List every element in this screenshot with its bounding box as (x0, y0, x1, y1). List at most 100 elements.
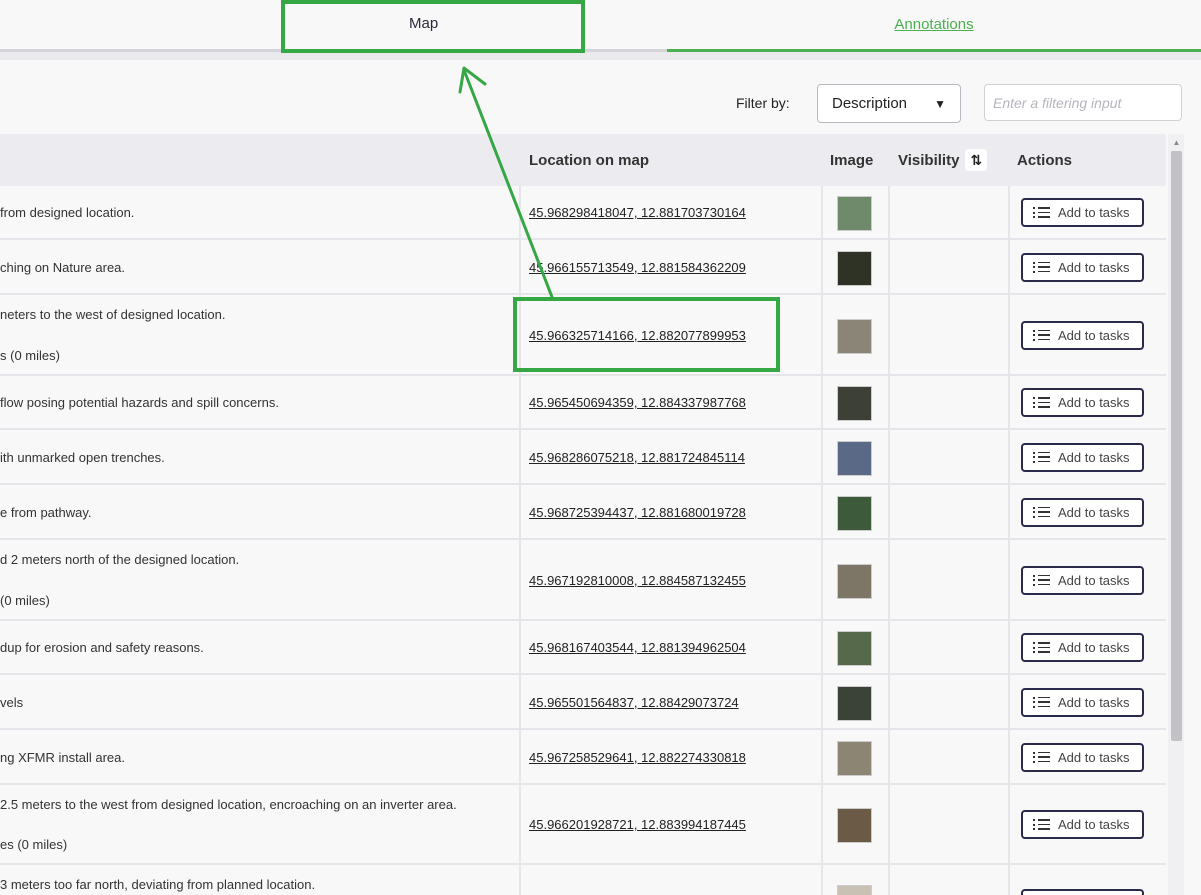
location-link[interactable]: 45.965450694359, 12.884337987768 (529, 395, 746, 410)
column-divider (1008, 485, 1010, 538)
row-description: 2.5 meters to the west from designed loc… (0, 797, 457, 812)
location-link[interactable]: 45.968298418047, 12.881703730164 (529, 205, 746, 220)
location-link[interactable]: 45.966325714166, 12.882077899953 (529, 328, 746, 343)
location-link[interactable]: 45.966155713549, 12.881584362209 (529, 260, 746, 275)
header-visibility[interactable]: Visibility ⇅ (898, 149, 988, 171)
column-divider (888, 865, 890, 895)
add-to-tasks-button[interactable]: Add to tasks (1021, 320, 1144, 350)
add-to-tasks-button[interactable]: Add to tasks (1021, 198, 1144, 227)
add-to-tasks-button[interactable]: Add to tasks (1021, 687, 1144, 717)
add-to-tasks-label: Add to tasks (1058, 504, 1130, 520)
add-to-tasks-button[interactable]: Add to tasks (1021, 810, 1144, 839)
column-divider (519, 295, 521, 374)
image-thumbnail[interactable] (837, 631, 872, 666)
column-divider (519, 675, 521, 728)
table-row: e from pathway. 45.968725394437, 12.88168… (0, 485, 1166, 540)
column-divider (888, 540, 890, 619)
row-description: d 2 meters north of the designed locatio… (0, 552, 240, 567)
column-divider (519, 865, 521, 895)
column-divider (821, 675, 823, 728)
table-row: ith unmarked open trenches. 45.9682860752… (0, 430, 1166, 485)
column-divider (519, 621, 521, 673)
location-link[interactable]: 45.966201928721, 12.883994187445 (529, 817, 746, 832)
add-to-tasks-button[interactable]: Add to tasks (1021, 565, 1144, 595)
row-description: flow posing potential hazards and spill … (0, 395, 279, 410)
tab-annotations[interactable]: Annotations (667, 0, 1201, 52)
column-divider (1008, 240, 1010, 293)
add-to-tasks-button[interactable]: Add to tasks (1021, 442, 1144, 472)
column-divider (519, 730, 521, 783)
add-to-tasks-button[interactable]: Add to tasks (1021, 633, 1144, 662)
add-to-tasks-button[interactable]: Add to tasks (1021, 889, 1144, 895)
column-divider (888, 430, 890, 483)
location-link[interactable]: 45.967192810008, 12.884587132455 (529, 573, 746, 588)
add-to-tasks-label: Add to tasks (1058, 694, 1130, 710)
add-to-tasks-button[interactable]: Add to tasks (1021, 742, 1144, 772)
location-link[interactable]: 45.965501564837, 12.88429073724 (529, 695, 739, 710)
location-link[interactable]: 45.968286075218, 12.881724845114 (529, 450, 745, 465)
image-thumbnail[interactable] (837, 808, 872, 843)
add-to-tasks-button[interactable]: Add to tasks (1021, 388, 1144, 417)
table-row: neters to the west of designed location.… (0, 295, 1166, 376)
column-divider (888, 240, 890, 293)
list-icon (1033, 752, 1050, 763)
image-thumbnail[interactable] (837, 250, 872, 286)
tab-annotations-label[interactable]: Annotations (894, 16, 973, 33)
table-row: d 2 meters north of the designed locatio… (0, 540, 1166, 621)
add-to-tasks-button[interactable]: Add to tasks (1021, 497, 1144, 527)
image-thumbnail[interactable] (837, 885, 872, 895)
image-thumbnail[interactable] (837, 386, 872, 421)
filter-select[interactable]: Description ▼ (817, 84, 961, 123)
scroll-up-icon[interactable]: ▲ (1171, 138, 1182, 148)
list-icon (1033, 575, 1050, 586)
column-divider (888, 675, 890, 728)
location-link[interactable]: 45.968725394437, 12.881680019728 (529, 505, 746, 520)
add-to-tasks-label: Add to tasks (1058, 449, 1130, 465)
add-to-tasks-label: Add to tasks (1058, 395, 1130, 410)
add-to-tasks-label: Add to tasks (1058, 205, 1130, 220)
sort-arrows-icon[interactable]: ⇅ (965, 149, 988, 171)
table-row: 3 meters too far north, deviating from p… (0, 865, 1166, 895)
column-divider (519, 186, 521, 238)
column-divider (888, 785, 890, 863)
add-to-tasks-label: Add to tasks (1058, 640, 1130, 655)
image-thumbnail[interactable] (837, 196, 872, 231)
location-link[interactable]: 45.968167403544, 12.881394962504 (529, 640, 746, 655)
column-divider (821, 621, 823, 673)
column-divider (1008, 621, 1010, 673)
image-thumbnail[interactable] (837, 440, 872, 476)
row-description: ith unmarked open trenches. (0, 449, 165, 465)
image-thumbnail[interactable] (837, 495, 872, 531)
tab-bar: Map Annotations (0, 0, 1201, 60)
image-thumbnail[interactable] (837, 685, 872, 721)
image-thumbnail[interactable] (837, 318, 872, 354)
row-description: neters to the west of designed location. (0, 307, 226, 322)
list-icon (1033, 642, 1050, 653)
column-divider (1008, 730, 1010, 783)
image-thumbnail[interactable] (837, 563, 872, 599)
column-divider (519, 540, 521, 619)
location-link[interactable]: 45.967258529641, 12.882274330818 (529, 750, 746, 765)
column-divider (519, 430, 521, 483)
column-divider (1008, 430, 1010, 483)
list-icon (1033, 819, 1050, 830)
tab-map[interactable]: Map (0, 0, 667, 52)
filter-select-value: Description (832, 95, 908, 112)
scrollbar-thumb[interactable] (1171, 151, 1182, 741)
table-row: dup for erosion and safety reasons. 45.96… (0, 621, 1166, 675)
column-divider (1008, 295, 1010, 374)
filter-input[interactable]: Enter a filtering input (984, 84, 1182, 121)
filter-label: Filter by: (736, 95, 790, 111)
column-divider (888, 621, 890, 673)
row-description: from designed location. (0, 205, 135, 220)
row-description: vels (0, 694, 24, 710)
row-description-secondary: es (0 miles) (0, 837, 68, 852)
table-row: vels 45.965501564837, 12.88429073724 Add t… (0, 675, 1166, 730)
column-divider (1008, 785, 1010, 863)
table-row: ching on Nature area. 45.966155713549, 12… (0, 240, 1166, 295)
add-to-tasks-label: Add to tasks (1058, 817, 1130, 832)
tab-map-label[interactable]: Map (409, 15, 438, 32)
add-to-tasks-label: Add to tasks (1058, 572, 1130, 588)
add-to-tasks-button[interactable]: Add to tasks (1021, 252, 1144, 282)
image-thumbnail[interactable] (837, 740, 872, 776)
